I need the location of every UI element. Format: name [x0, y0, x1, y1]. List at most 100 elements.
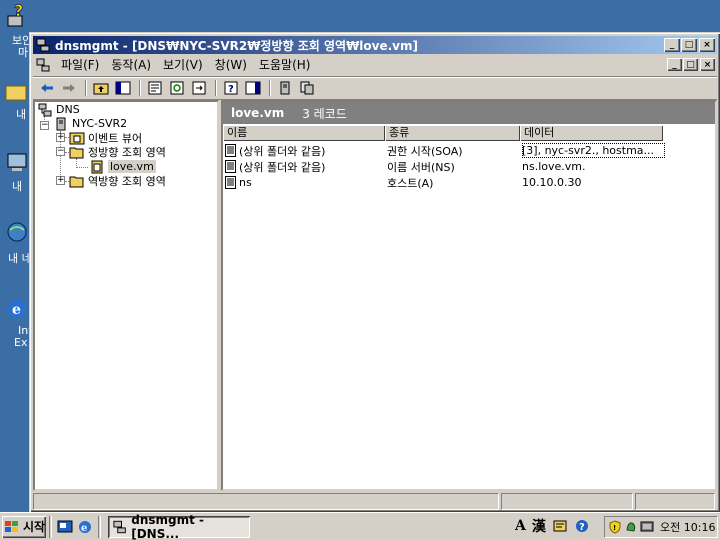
tree-node-dns[interactable]: DNS — [37, 102, 80, 117]
monitor-tray-icon[interactable] — [640, 520, 654, 534]
child-close-button[interactable]: × — [700, 58, 715, 71]
export-icon — [192, 81, 206, 94]
svg-text:e: e — [81, 523, 87, 534]
minimize-icon: _ — [672, 59, 677, 70]
ime-bar: A 漢 ? — [515, 516, 590, 536]
help-book-icon: ? — [224, 81, 238, 95]
toolbar-separator — [269, 79, 271, 96]
close-icon: × — [703, 40, 711, 50]
table-row[interactable]: ns 호스트(A) 10.10.0.30 — [225, 175, 665, 190]
menu-action[interactable]: 동작(A) — [105, 56, 157, 74]
show-action-pane-button[interactable] — [243, 79, 263, 97]
show-hide-tree-button[interactable] — [113, 79, 133, 97]
up-level-button[interactable] — [91, 79, 111, 97]
quicklaunch-desktop[interactable] — [55, 517, 75, 537]
cache-icon — [300, 81, 314, 94]
table-row[interactable]: (상위 폴더와 같음) 권한 시작(SOA) [3], nyc-svr2., h… — [225, 143, 665, 158]
svg-text:?: ? — [579, 522, 585, 533]
properties-button[interactable] — [145, 79, 165, 97]
arrow-left-icon — [41, 83, 53, 92]
desktop-icon-security[interactable]: ? 보안 마 — [4, 2, 34, 59]
menu-window[interactable]: 창(W) — [209, 56, 253, 74]
forward-button[interactable] — [59, 79, 79, 97]
close-icon: × — [703, 59, 712, 70]
desktop-icon-label: 내 — [16, 108, 27, 121]
toolbar-separator — [85, 79, 87, 96]
console-tree-icon — [115, 81, 131, 94]
expander-forward-zones[interactable]: − — [56, 147, 65, 156]
table-row[interactable]: (상위 폴더와 같음) 이름 서버(NS) ns.love.vm. — [225, 159, 665, 174]
tree-node-label: 역방향 조회 영역 — [88, 174, 166, 188]
restore-icon: □ — [686, 59, 695, 70]
record-data: ns.love.vm. — [522, 160, 586, 173]
record-type: 호스트(A) — [387, 176, 434, 190]
record-data: 10.10.0.30 — [522, 176, 582, 189]
clear-cache-button[interactable] — [297, 79, 317, 97]
minimize-button[interactable]: _ — [664, 38, 680, 52]
internet-explorer-icon: e — [79, 520, 91, 534]
menu-help[interactable]: 도움말(H) — [253, 56, 317, 74]
tree-node-reverse-lookup-zones[interactable]: 역방향 조회 영역 — [69, 173, 166, 188]
folder-icon — [69, 176, 84, 187]
security-shield-icon[interactable]: ! — [608, 520, 622, 534]
network-tray-icon[interactable] — [624, 520, 638, 534]
expander-reverse-zones[interactable]: + — [56, 176, 65, 185]
expander-server[interactable]: − — [40, 121, 49, 130]
tree-node-label: DNS — [56, 103, 80, 116]
help-button[interactable]: ? — [221, 79, 241, 97]
system-tray: ! 오전 10:16 — [604, 516, 718, 538]
record-type: 권한 시작(SOA) — [387, 144, 463, 158]
internet-explorer-icon: e — [8, 300, 26, 318]
server-icon — [56, 117, 66, 130]
back-button[interactable] — [37, 79, 57, 97]
computer-icon — [7, 153, 27, 171]
record-type: 이름 서버(NS) — [387, 160, 455, 174]
tree-node-label: love.vm — [108, 160, 156, 173]
desktop-icon-label: Ex — [14, 336, 28, 349]
details-header: love.vm 3 레코드 — [223, 102, 715, 124]
child-restore-button[interactable]: □ — [683, 58, 698, 71]
window-titlebar[interactable]: dnsmgmt - [DNS₩NYC-SVR2₩정방향 조회 영역₩love.v… — [33, 36, 717, 54]
column-header-name[interactable]: 이름 — [223, 125, 385, 141]
taskbar-separator — [49, 515, 52, 538]
maximize-icon: □ — [684, 40, 694, 50]
properties-icon — [148, 81, 162, 94]
console-content: DNS − NYC-SVR2 + 이벤트 뷰어 − 정방향 조회 영역 love… — [33, 99, 717, 491]
ime-hanja[interactable]: 漢 — [532, 516, 546, 536]
ime-tools-icon[interactable] — [552, 518, 568, 534]
focus-rect — [522, 143, 665, 158]
desktop-icon-label: 마 — [18, 46, 29, 59]
tree-node-forward-lookup-zones[interactable]: 정방향 조회 영역 — [69, 144, 166, 159]
minimize-icon: _ — [669, 40, 675, 50]
child-minimize-button[interactable]: _ — [667, 58, 682, 71]
column-header-type[interactable]: 종류 — [385, 125, 520, 141]
maximize-button[interactable]: □ — [681, 38, 697, 52]
svg-text:?: ? — [14, 2, 23, 20]
start-button[interactable]: 시작 — [2, 516, 46, 538]
quicklaunch-ie[interactable]: e — [75, 517, 95, 537]
ime-help-icon[interactable]: ? — [574, 518, 590, 534]
status-panel-2 — [501, 493, 634, 510]
clock[interactable]: 오전 10:16 — [660, 519, 715, 535]
toolbar: ? — [33, 76, 717, 98]
dns-icon — [38, 103, 52, 116]
close-button[interactable]: × — [699, 38, 715, 52]
expander-event-viewer[interactable]: + — [56, 133, 65, 142]
column-header-data[interactable]: 데이터 — [520, 125, 663, 141]
export-list-button[interactable] — [189, 79, 209, 97]
window-title: dnsmgmt - [DNS₩NYC-SVR2₩정방향 조회 영역₩love.v… — [55, 38, 418, 53]
folder-icon — [5, 85, 27, 101]
windows-logo-icon — [5, 520, 18, 532]
menu-view[interactable]: 보기(V) — [157, 56, 209, 74]
menu-file[interactable]: 파일(F) — [55, 56, 105, 74]
record-name: ns — [239, 176, 252, 189]
dns-console-icon[interactable] — [35, 57, 51, 73]
console-tree: DNS − NYC-SVR2 + 이벤트 뷰어 − 정방향 조회 영역 love… — [33, 100, 219, 491]
zone-name: love.vm — [231, 106, 285, 120]
update-server-button[interactable] — [275, 79, 295, 97]
taskbar-separator — [98, 515, 101, 538]
show-desktop-icon — [57, 520, 73, 532]
taskbar-button-dnsmgmt[interactable]: dnsmgmt - [DNS... — [108, 513, 250, 540]
ime-mode[interactable]: A — [515, 518, 526, 534]
refresh-button[interactable] — [167, 79, 187, 97]
